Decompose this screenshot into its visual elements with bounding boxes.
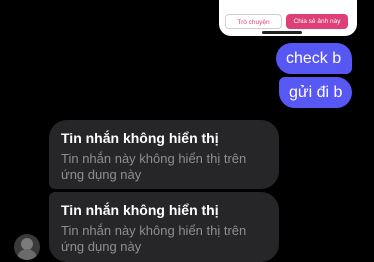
message-body: Tin nhắn này không hiển thị trên ứng dụn… [61, 151, 247, 182]
incoming-message[interactable]: Tin nhắn không hiển thị Tin nhắn này khô… [49, 192, 279, 262]
chat-button[interactable]: Trò chuyện [225, 14, 282, 29]
incoming-message[interactable]: Tin nhắn không hiển thị Tin nhắn này khô… [49, 120, 279, 189]
message-body: Tin nhắn này không hiển thị trên ứng dụn… [61, 223, 247, 254]
share-photo-button[interactable]: Chia sẻ ảnh này [286, 14, 348, 29]
message-title: Tin nhắn không hiển thị [61, 130, 219, 146]
outgoing-message[interactable]: gửi đi b [279, 77, 352, 108]
sender-avatar[interactable] [14, 234, 40, 260]
shared-story-card[interactable]: Trò chuyện Chia sẻ ảnh này [219, 0, 357, 36]
message-title: Tin nhắn không hiển thị [61, 202, 219, 218]
outgoing-message[interactable]: check b [276, 43, 352, 74]
home-indicator [262, 31, 302, 34]
